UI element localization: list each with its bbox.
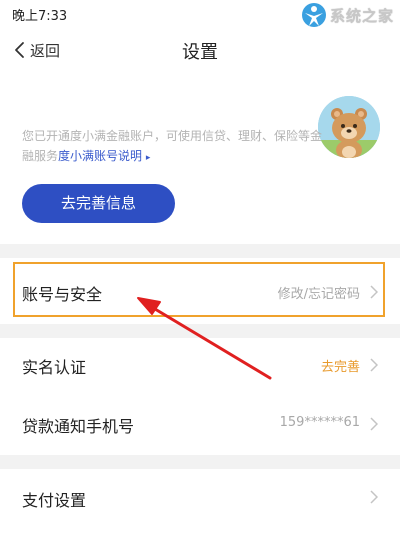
status-bar: 晚上7:33 系统之家	[0, 0, 400, 27]
row-label: 实名认证	[22, 358, 87, 377]
row-label: 贷款通知手机号	[22, 417, 135, 436]
row-value: 159******61	[279, 415, 360, 430]
chevron-right-icon	[370, 490, 378, 504]
row-value: 去完善	[320, 360, 360, 375]
bear-avatar-icon	[318, 96, 380, 158]
watermark-logo-icon	[302, 3, 326, 27]
section-divider	[0, 324, 400, 338]
section-divider	[0, 455, 400, 469]
account-info-text: 您已开通度小满金融账户，可使用信贷、理财、保险等金融服务度小满账号说明 ▸	[22, 126, 322, 168]
page-title: 设置	[182, 42, 218, 63]
highlight-box	[13, 262, 385, 317]
watermark-text: 系统之家	[330, 7, 395, 25]
row-label: 支付设置	[22, 491, 87, 510]
chevron-right-icon	[370, 358, 378, 372]
avatar[interactable]	[318, 96, 380, 158]
row-loan-phone[interactable]: 贷款通知手机号 159******61	[0, 392, 400, 455]
chevron-right-icon	[370, 417, 378, 431]
row-payment-settings[interactable]: 支付设置	[0, 469, 400, 535]
account-explanation-link[interactable]: 度小满账号说明	[58, 149, 142, 163]
section-divider	[0, 244, 400, 258]
complete-info-button[interactable]: 去完善信息	[22, 184, 175, 223]
nav-bar: 返回 设置	[0, 30, 400, 70]
status-time: 晚上7:33	[12, 9, 68, 24]
row-real-name[interactable]: 实名认证 去完善	[0, 338, 400, 392]
link-arrow-icon: ▸	[145, 153, 151, 163]
